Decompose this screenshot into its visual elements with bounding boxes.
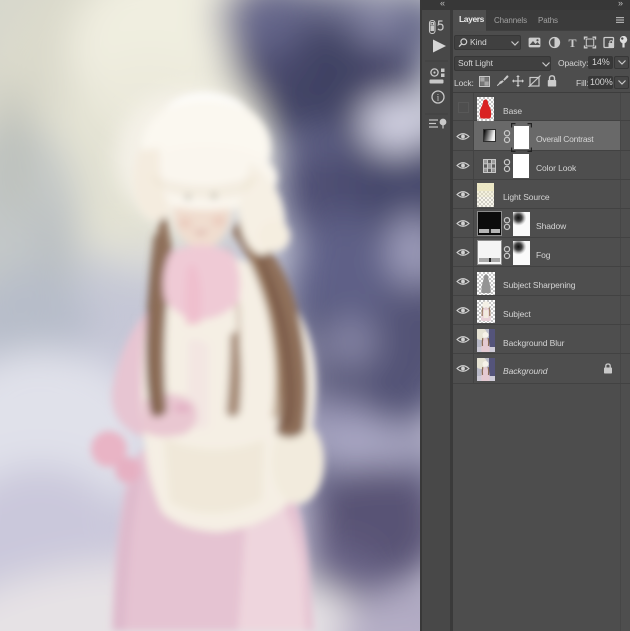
svg-text:i: i	[437, 93, 440, 103]
svg-text:T: T	[568, 36, 576, 49]
